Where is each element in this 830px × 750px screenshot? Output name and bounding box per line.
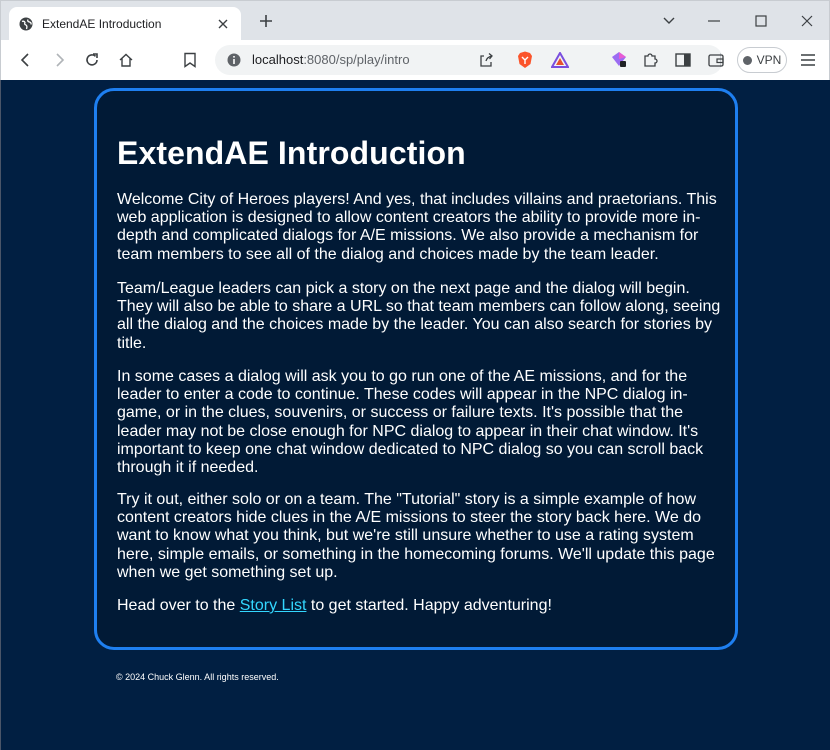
tab-title: ExtendAE Introduction [42,17,162,31]
forward-button[interactable] [49,50,69,70]
plus-icon [260,15,272,27]
url-host: localhost [252,52,304,67]
reload-icon [86,53,98,66]
vpn-status-icon [742,55,752,65]
menu-button[interactable] [798,50,818,70]
forward-arrow-icon [56,53,65,67]
bookmark-icon [184,52,196,68]
globe-icon [19,17,33,31]
minimize-icon [708,20,720,22]
intro-card: ExtendAE Introduction Welcome City of He… [94,88,738,650]
puzzle-icon[interactable] [640,50,660,70]
url-path: :8080/sp/play/intro [303,52,410,67]
vpn-button[interactable]: VPN [737,47,787,73]
info-icon[interactable] [227,53,241,67]
maximize-button[interactable] [751,11,771,31]
back-button[interactable] [16,50,36,70]
browser-tab[interactable]: ExtendAE Introduction [9,7,241,41]
reload-button[interactable] [82,50,102,70]
closing-prefix: Head over to the [117,597,240,614]
sidebar-icon[interactable] [673,50,693,70]
intro-paragraph-welcome: Welcome City of Heroes players! And yes,… [117,191,717,263]
intro-paragraph-codes: In some cases a dialog will ask you to g… [117,368,704,477]
share-icon[interactable] [477,51,495,69]
browser-toolbar: localhost:8080/sp/play/intro 1 VPN [0,40,830,99]
chevron-down-icon [663,17,675,24]
tab-search-button[interactable] [659,11,679,31]
home-button[interactable] [116,50,136,70]
intro-paragraph-closing: Head over to the Story List to get start… [117,597,723,615]
menu-icon [801,54,815,66]
brave-shield-icon[interactable] [516,51,534,69]
bookmark-button[interactable] [180,50,200,70]
leo-icon[interactable] [609,50,629,70]
story-list-link[interactable]: Story List [240,597,307,614]
browser-titlebar: ExtendAE Introduction [0,0,830,41]
url-text[interactable]: localhost:8080/sp/play/intro [252,52,410,67]
page-viewport: ExtendAE Introduction Welcome City of He… [0,80,830,750]
window-close-icon [801,15,813,27]
window-close-button[interactable] [797,11,817,31]
new-tab-button[interactable] [257,12,275,30]
brave-rewards-icon[interactable] [551,51,569,69]
vpn-label: VPN [756,53,782,67]
back-arrow-icon [20,53,29,67]
home-icon [119,53,133,67]
footer-copyright: © 2024 Chuck Glenn. All rights reserved. [116,672,279,682]
close-icon[interactable] [215,16,231,32]
closing-suffix: to get started. Happy adventuring! [306,597,552,614]
page-title: ExtendAE Introduction [117,135,466,171]
wallet-icon[interactable] [706,50,726,70]
intro-paragraph-leaders: Team/League leaders can pick a story on … [117,280,721,352]
minimize-button[interactable] [704,11,724,31]
maximize-icon [755,15,767,27]
intro-paragraph-tryout: Try it out, either solo or on a team. Th… [117,491,715,581]
